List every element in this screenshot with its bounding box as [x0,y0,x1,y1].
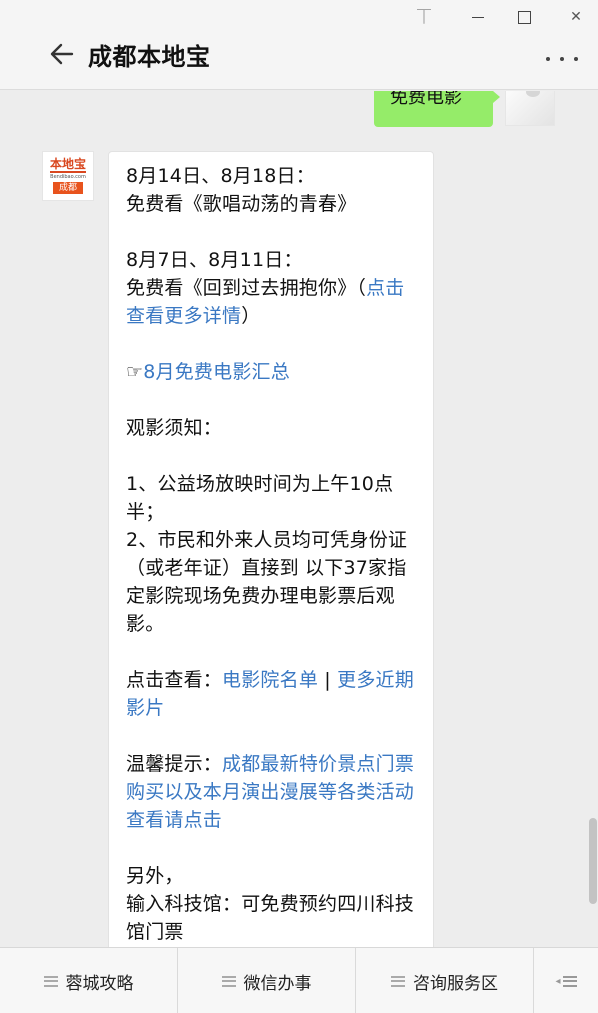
maximize-button[interactable] [511,6,537,28]
reply-text: 点击查看： [126,669,223,691]
logo-city: 成都 [52,182,83,194]
pointing-hand-icon: ☞ [126,361,144,383]
chat-title: 成都本地宝 [88,43,211,71]
chat-area[interactable]: 免费电影 本地宝 Bendibao.com 成都 8月14日、8月18日： 免费… [0,91,598,947]
menu-item-wechat-services[interactable]: 微信办事 [177,948,355,1013]
more-options-icon[interactable] [546,52,578,66]
menu-item-label: 微信办事 [243,973,312,994]
reply-line: ☞8月免费电影汇总 [126,358,419,386]
cinema-list-link[interactable]: 电影院名单 [222,669,318,691]
keyboard-switch-icon: ◂ [555,975,577,987]
reply-line: 温馨提示：成都最新特价景点门票购买以及本月演出漫展等各类活动查看请点击 [126,750,419,834]
bottom-menu: 蓉城攻略 微信办事 咨询服务区 ◂ [0,947,598,1013]
reply-text: 温馨提示： [126,753,223,775]
reply-line: 8月7日、8月11日： [126,249,303,271]
bot-avatar[interactable]: 本地宝 Bendibao.com 成都 [42,151,94,201]
reply-line: 另外， [126,865,184,887]
reply-text: 免费看《回到过去拥抱你》（ [126,277,367,299]
window-header: ⏉ ✕ 成都本地宝 [0,0,598,90]
reply-line: 免费看《歌唱动荡的青春》 [126,193,357,215]
reply-line: 1、公益场放映时间为上午10点半； [126,473,394,523]
back-arrow-icon[interactable] [46,38,78,70]
minimize-button[interactable] [465,6,491,28]
reply-line: 观影须知： [126,417,223,439]
menu-list-icon [391,975,405,987]
menu-list-icon [221,975,236,987]
reply-text: ） [241,305,261,327]
reply-line: 点击查看：电影院名单 | 更多近期影片 [126,666,419,722]
logo-name: 本地宝 [49,157,86,173]
user-avatar[interactable] [505,91,555,126]
received-message-bubble[interactable]: 8月14日、8月18日： 免费看《歌唱动荡的青春》 8月7日、8月11日： 免费… [108,151,434,947]
link-separator: | [318,669,338,691]
menu-item-consulting[interactable]: 咨询服务区 [355,948,533,1013]
menu-item-label: 咨询服务区 [413,973,498,994]
reply-line: 8月14日、8月18日： [126,165,315,187]
reply-line: 免费看《回到过去拥抱你》（点击查看更多详情） [126,274,419,330]
pin-icon[interactable]: ⏉ [411,6,437,28]
scrollbar-thumb[interactable] [589,818,597,904]
summary-link[interactable]: 8月免费电影汇总 [143,361,290,383]
reply-line: 2、市民和外来人员均可凭身份证（或老年证）直接到 以下37家指定影院现场免费办理… [126,529,408,635]
close-button[interactable]: ✕ [563,6,589,28]
sent-message-bubble[interactable]: 免费电影 [374,91,500,127]
keyboard-toggle-button[interactable]: ◂ [533,948,598,1013]
menu-item-rongcheng-guide[interactable]: 蓉城攻略 [0,948,177,1013]
reply-line: 输入科技馆：可免费预约四川科技馆门票 [126,893,415,943]
logo-url: Bendibao.com [50,174,86,180]
menu-item-label: 蓉城攻略 [65,973,134,994]
menu-list-icon [43,975,58,987]
